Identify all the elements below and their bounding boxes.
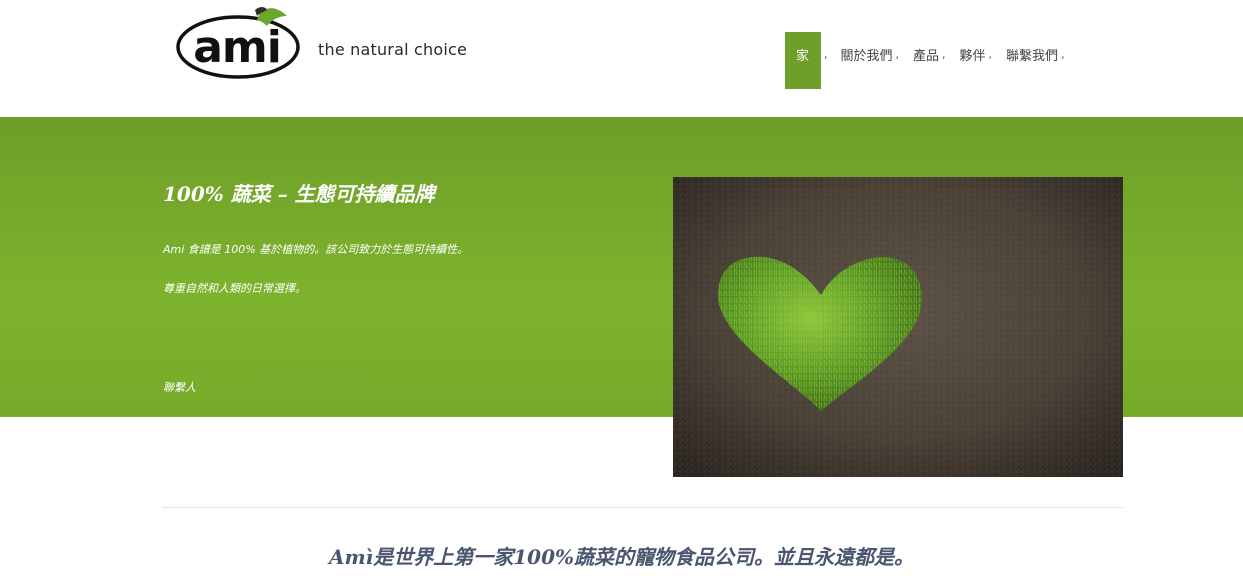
nav-separator: , <box>988 48 993 61</box>
nav-item-about: 關於我們 , <box>841 32 914 89</box>
grass-heart-on-soil-image <box>673 177 1123 477</box>
grass-heart-image <box>673 177 1123 477</box>
brand-tagline: the natural choice <box>318 40 468 59</box>
svg-text:ami: ami <box>193 22 281 73</box>
nav-link-about[interactable]: 關於我們 <box>841 32 893 89</box>
nav-link-partners[interactable]: 夥伴 <box>960 32 986 89</box>
company-statement: Amì是世界上第一家100%蔬菜的寵物食品公司。並且永遠都是。 <box>328 545 915 569</box>
nav-link-contact[interactable]: 聯繫我們 <box>1006 32 1058 89</box>
site-header: ami the natural choice 家 , 關於我們 , 產品 , 夥… <box>0 0 1243 117</box>
nav-link-products[interactable]: 產品 <box>913 32 939 89</box>
hero-title: 100% 蔬菜 – 生態可持續品牌 <box>163 182 435 206</box>
nav-separator: , <box>1061 48 1065 61</box>
main-nav: 家 , 關於我們 , 產品 , 夥伴 , 聯繫我們 , <box>785 32 1079 89</box>
nav-link-home[interactable]: 家 <box>785 32 821 89</box>
nav-item-contact: 聯繫我們 , <box>1006 32 1079 89</box>
nav-separator: , <box>942 48 946 61</box>
nav-separator: , <box>895 48 900 61</box>
nav-separator: , <box>824 48 828 61</box>
hero-paragraph: Ami 食譜是 100% 基於植物的。該公司致力於生態可持續性。 <box>163 243 469 256</box>
ami-logo[interactable]: ami <box>175 2 305 82</box>
nav-item-home: 家 , <box>785 32 841 89</box>
nav-item-products: 產品 , <box>913 32 960 89</box>
section-divider <box>162 507 1123 508</box>
nav-item-partners: 夥伴 , <box>960 32 1007 89</box>
hero-contact-link[interactable]: 聯繫人 <box>163 379 196 395</box>
hero-paragraph: 尊重自然和人類的日常選擇。 <box>163 282 306 295</box>
